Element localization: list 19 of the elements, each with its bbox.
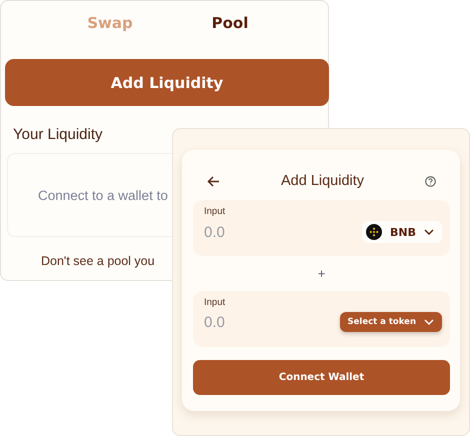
help-icon[interactable] — [425, 176, 436, 186]
section-title: Your Liquidity — [13, 126, 104, 143]
select-token-button[interactable]: Select a token — [340, 312, 442, 332]
add-liquidity-button[interactable]: Add Liquidity — [5, 59, 329, 106]
empty-message: Connect to a wallet to — [38, 188, 168, 202]
connect-wallet-button[interactable]: Connect Wallet — [193, 360, 450, 395]
back-arrow-icon[interactable] — [207, 176, 220, 186]
chevron-icon — [424, 229, 434, 235]
plus-sign: + — [318, 266, 326, 281]
amount-input[interactable]: 0.0 — [204, 314, 284, 330]
token-selector[interactable]: BNB — [362, 221, 442, 243]
amount-input[interactable]: 0.0 — [204, 224, 284, 240]
footer-text: Don't see a pool you — [41, 254, 156, 268]
input-label: Input — [204, 297, 226, 308]
coin-icon — [366, 224, 382, 240]
tab[interactable]: Pool — [170, 14, 290, 32]
input-label: Input — [204, 206, 226, 217]
dialog-title: Add Liquidity — [280, 173, 364, 189]
chevron-icon — [424, 319, 434, 325]
